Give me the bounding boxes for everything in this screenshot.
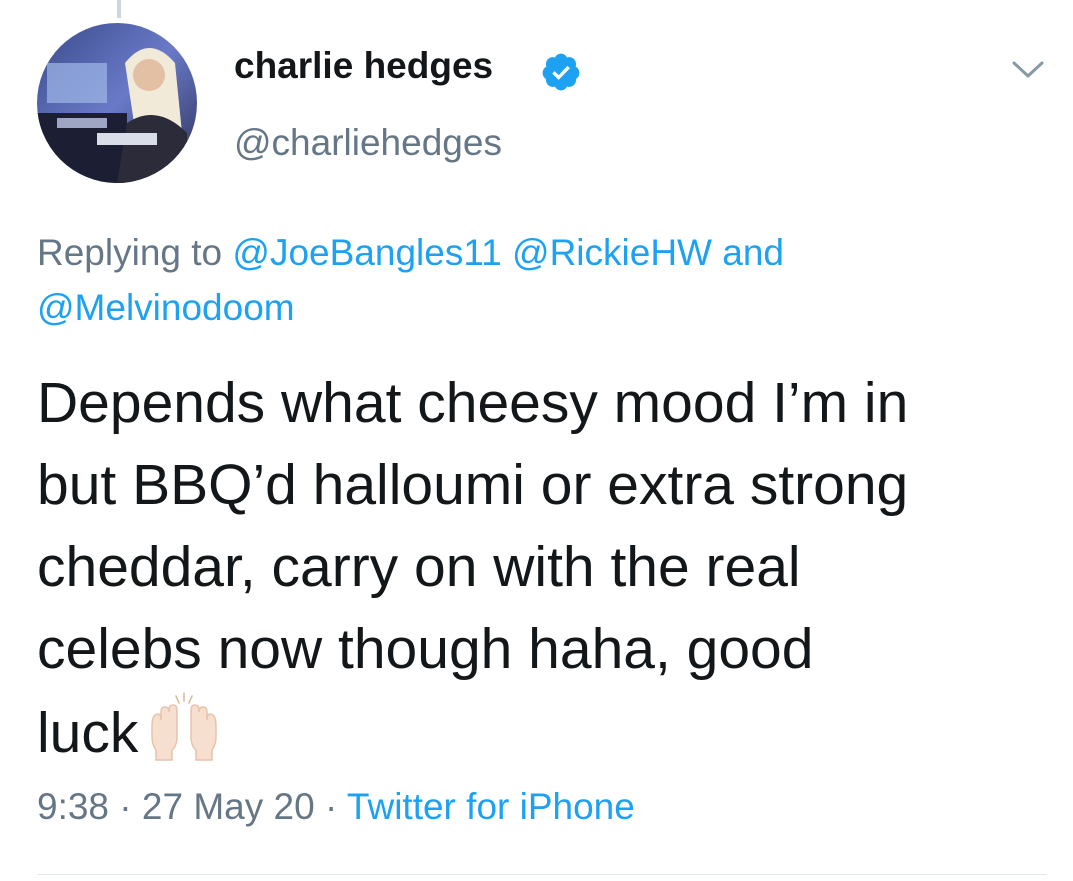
- meta-separator: ·: [324, 786, 338, 827]
- raising-hands-icon: [151, 692, 218, 761]
- mention-link[interactable]: @RickieHW: [512, 232, 712, 273]
- mention-link[interactable]: @Melvinodoom: [37, 287, 295, 328]
- meta-separator: ·: [119, 786, 132, 827]
- tweet-text-line-last: luck: [37, 690, 1057, 774]
- mention-joiner: and: [722, 232, 784, 273]
- avatar-image: [37, 23, 197, 183]
- tweet-date[interactable]: 27 May 20: [142, 786, 315, 827]
- verified-badge-icon: [542, 53, 580, 91]
- chevron-down-icon[interactable]: [1010, 55, 1046, 83]
- tweet-text-line: cheddar, carry on with the real: [37, 535, 801, 599]
- author-handle[interactable]: @charliehedges: [234, 122, 502, 164]
- replying-to-label: Replying to: [37, 232, 223, 273]
- divider: [37, 874, 1047, 875]
- author-display-name[interactable]: charlie hedges: [234, 45, 493, 87]
- mention-link[interactable]: @JoeBangles11: [232, 232, 501, 273]
- tweet-body: Depends what cheesy mood I’m in but BBQ’…: [37, 362, 1057, 774]
- tweet-text-line: celebs now though haha, good: [37, 617, 814, 681]
- replying-to-context: Replying to @JoeBangles11 @RickieHW and …: [37, 225, 1047, 335]
- tweet-time[interactable]: 9:38: [37, 786, 109, 827]
- tweet-text-line: Depends what cheesy mood I’m in: [37, 371, 909, 435]
- tweet-text-fragment: luck: [37, 701, 139, 765]
- avatar[interactable]: [37, 23, 197, 183]
- tweet-source-link[interactable]: Twitter for iPhone: [347, 786, 635, 827]
- tweet-meta: 9:38 · 27 May 20 · Twitter for iPhone: [37, 786, 635, 828]
- thread-connector-line: [117, 0, 121, 18]
- tweet-text-line: but BBQ’d halloumi or extra strong: [37, 453, 909, 517]
